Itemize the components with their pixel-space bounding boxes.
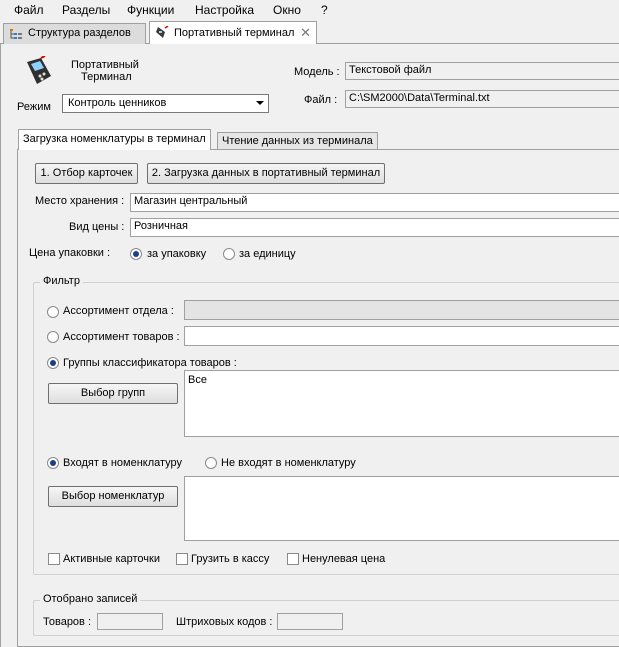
menu-bar: Файл Разделы Функции Настройка Окно ? [0, 0, 619, 20]
pack-price-radio[interactable] [130, 248, 142, 260]
title-line2: Терминал [81, 71, 132, 83]
close-icon[interactable]: ✕ [300, 22, 311, 44]
dept-assortment-label: Ассортимент отдела : [63, 305, 174, 317]
document-tab-bar: Структура разделов Портативный терминал … [0, 21, 619, 44]
menu-functions[interactable]: Функции [127, 3, 174, 17]
menu-help[interactable]: ? [321, 3, 328, 17]
menu-settings[interactable]: Настройка [195, 3, 254, 17]
tab-structure[interactable]: Структура разделов [3, 23, 146, 44]
pack-price-label: Цена упаковки : [29, 247, 111, 259]
nonzero-price-checkbox[interactable] [287, 553, 299, 565]
include-label: Входят в номенклатуру [63, 457, 183, 469]
load-to-cash-label: Грузить в кассу [191, 553, 270, 565]
mode-label: Режим [17, 101, 51, 113]
tab-read-data[interactable]: Чтение данных из терминала [217, 132, 378, 149]
model-field[interactable]: Текстовой файл [345, 62, 619, 80]
barcodes-count-field [277, 613, 343, 630]
goods-count-label: Товаров : [43, 616, 92, 628]
price-type-label: Вид цены : [69, 221, 125, 233]
tree-icon [10, 29, 22, 39]
model-label: Модель : [294, 66, 340, 78]
barcodes-count-label: Штриховых кодов : [176, 616, 273, 628]
mode-select[interactable]: Контроль ценников [62, 94, 269, 113]
nomenclature-list[interactable] [184, 476, 619, 541]
unit-price-option-label: за единицу [239, 248, 296, 260]
exclude-radio[interactable] [205, 457, 217, 469]
load-data-button[interactable]: 2. Загрузка данных в портативный термина… [147, 163, 385, 184]
select-cards-button[interactable]: 1. Отбор карточек [35, 163, 138, 184]
select-groups-button[interactable]: Выбор групп [48, 383, 178, 404]
select-nomenclature-button[interactable]: Выбор номенклатур [48, 486, 178, 507]
tab-load-nomenclature[interactable]: Загрузка номенклатуры в терминал [18, 129, 211, 150]
goods-assortment-field[interactable] [184, 326, 619, 346]
exclude-label: Не входят в номенклатуру [221, 457, 356, 469]
terminal-panel: Портативный Терминал Модель : Текстовой … [0, 44, 619, 647]
tab-terminal[interactable]: Портативный терминал ✕ [149, 21, 317, 44]
storage-label: Место хранения : [35, 195, 125, 207]
tab-terminal-label: Портативный терминал [174, 27, 295, 39]
menu-sections[interactable]: Разделы [62, 3, 110, 17]
price-type-field[interactable]: Розничная [130, 218, 619, 237]
goods-assortment-radio[interactable] [47, 331, 59, 343]
goods-assortment-label: Ассортимент товаров : [63, 331, 180, 343]
menu-file[interactable]: Файл [14, 3, 44, 17]
dept-assortment-field[interactable] [184, 300, 619, 320]
class-groups-radio[interactable] [47, 357, 59, 369]
pack-price-option-label: за упаковку [147, 248, 207, 260]
file-field[interactable]: C:\SM2000\Data\Terminal.txt [345, 90, 619, 108]
file-label: Файл : [304, 94, 338, 106]
chevron-down-icon [256, 101, 264, 105]
menu-window[interactable]: Окно [273, 3, 301, 17]
nonzero-price-label: Ненулевая цена [302, 553, 386, 565]
groups-list[interactable]: Все [184, 370, 619, 437]
mode-select-value: Контроль ценников [68, 97, 167, 109]
tab-structure-label: Структура разделов [28, 27, 131, 39]
class-groups-label: Группы классификатора товаров : [63, 357, 237, 369]
include-radio[interactable] [47, 457, 59, 469]
groups-list-value: Все [188, 374, 207, 386]
active-cards-checkbox[interactable] [48, 553, 60, 565]
storage-field[interactable]: Магазин центральный [130, 193, 619, 212]
terminal-icon [156, 26, 169, 38]
active-cards-label: Активные карточки [63, 553, 160, 565]
unit-price-radio[interactable] [223, 248, 235, 260]
portable-terminal-icon [27, 56, 51, 84]
filter-title: Фильтр [40, 275, 83, 287]
dept-assortment-radio[interactable] [47, 306, 59, 318]
goods-count-field [97, 613, 163, 630]
load-to-cash-checkbox[interactable] [176, 553, 188, 565]
records-title: Отобрано записей [40, 593, 141, 605]
title-line1: Портативный [71, 59, 139, 71]
